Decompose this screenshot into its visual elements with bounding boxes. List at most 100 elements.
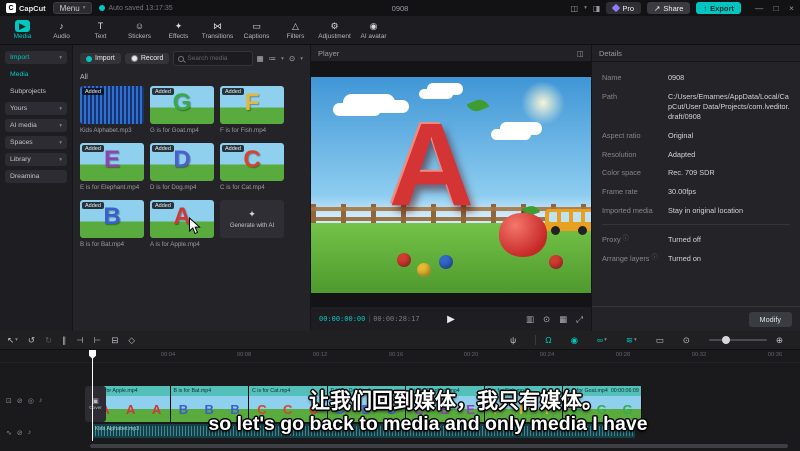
- zoom-slider-handle[interactable]: [721, 336, 730, 344]
- layout-alt-icon[interactable]: ◨: [593, 4, 601, 13]
- tab-ai-avatar[interactable]: ◉ AI avatar: [354, 20, 393, 41]
- mute-track-icon[interactable]: ♪: [28, 429, 32, 437]
- grid-view-icon[interactable]: ▦: [257, 54, 264, 63]
- tab-adjustment[interactable]: ⚙ Adjustment: [315, 20, 354, 41]
- tab-text[interactable]: T Text: [81, 20, 120, 40]
- delete-right-button[interactable]: ⊢: [94, 335, 101, 346]
- media-item-f-fish[interactable]: Added F F is for Fish.mp4: [220, 86, 284, 134]
- media-item-g-goat[interactable]: Added G G is for Goat.mp4: [150, 86, 214, 134]
- voiceover-mic-icon[interactable]: ψ: [510, 335, 516, 345]
- media-search[interactable]: [173, 51, 253, 66]
- preview-strip-icon[interactable]: ▭: [656, 335, 664, 346]
- tab-media[interactable]: ▶ Media: [3, 20, 42, 40]
- sidebar-item-yours[interactable]: Yours ▾: [5, 102, 67, 115]
- cloud-graphic: [419, 88, 453, 99]
- generate-with-ai-card[interactable]: ✦ Generate with AI: [220, 200, 284, 238]
- player-controls: 00:00:00:00 | 00:00:28:17 ▶ ▥ ⊙ ▦ ⤢: [311, 307, 591, 331]
- capcut-window: C CapCut Menu ▾ Auto saved 13:17:35 0908…: [0, 0, 800, 451]
- delete-button[interactable]: ⊟: [111, 335, 118, 346]
- zoom-out-icon[interactable]: ⊙: [683, 335, 690, 346]
- playhead-line[interactable]: [92, 358, 93, 441]
- import-button[interactable]: Import: [80, 53, 121, 64]
- waveform-icon[interactable]: ∿: [6, 429, 12, 437]
- magnetic-snap-icon[interactable]: Ω: [545, 335, 551, 345]
- maximize-icon[interactable]: □: [774, 3, 779, 13]
- share-button[interactable]: ↗ Share: [647, 2, 691, 14]
- fullscreen-icon[interactable]: ⤢: [576, 314, 583, 325]
- filter-icon[interactable]: ⊙: [289, 54, 295, 63]
- zoom-fit-icon[interactable]: ⊕: [776, 335, 783, 346]
- media-item-d-dog[interactable]: Added D D is for Dog.mp4: [150, 143, 214, 191]
- filter-caret-icon[interactable]: ▾: [300, 56, 303, 62]
- sidebar-item-ai-media[interactable]: AI media ▾: [5, 119, 67, 132]
- export-button[interactable]: ↑ Export: [696, 2, 741, 14]
- sidebar-item-spaces[interactable]: Spaces ▾: [5, 136, 67, 149]
- filters-icon: △: [292, 20, 299, 31]
- media-item-b-bat[interactable]: Added B B is for Bat.mp4: [80, 200, 144, 248]
- ruler-tick: 00:28: [615, 352, 631, 358]
- current-time: 00:00:00:00: [319, 315, 366, 323]
- media-item-kids-alphabet[interactable]: Added Kids Alphabet.mp3: [80, 86, 144, 134]
- grid-overlay-icon[interactable]: ▦: [559, 314, 567, 325]
- timeline-zoom-slider[interactable]: [708, 336, 767, 344]
- player-panel-icon[interactable]: ◫: [577, 49, 584, 58]
- sidebar-item-dreamina[interactable]: Dreamina: [5, 170, 67, 183]
- media-item-e-elephant[interactable]: Added E E is for Elephant.mp4: [80, 143, 144, 191]
- sidebar-item-subprojects[interactable]: Subprojects: [5, 85, 67, 98]
- media-item-name: G is for Goat.mp4: [150, 127, 199, 134]
- tab-filters[interactable]: △ Filters: [276, 20, 315, 41]
- sidebar-item-media[interactable]: Media: [5, 68, 67, 81]
- tab-transitions[interactable]: ⋈ Transitions: [198, 20, 237, 41]
- horizontal-scrollbar[interactable]: [90, 444, 788, 448]
- linking-icon[interactable]: ∞ ▾: [597, 335, 607, 345]
- layout-caret-icon[interactable]: ▾: [584, 5, 587, 11]
- sort-icon[interactable]: ≔: [269, 54, 277, 63]
- tab-audio[interactable]: ♪ Audio: [42, 20, 81, 40]
- media-item-name: B is for Bat.mp4: [80, 241, 125, 248]
- mute-track-icon[interactable]: ♪: [39, 397, 43, 405]
- lock-icon[interactable]: ⊘: [17, 397, 23, 405]
- undo-button[interactable]: ↺: [28, 335, 35, 346]
- sidebar-item-import[interactable]: Import ▾: [5, 51, 67, 64]
- mirror-preview-icon[interactable]: ▥: [526, 314, 534, 325]
- cover-label: Cover: [89, 406, 102, 411]
- chevron-down-icon: ▾: [59, 156, 62, 163]
- hide-track-icon[interactable]: ◎: [28, 397, 34, 405]
- close-icon[interactable]: ×: [789, 3, 794, 13]
- minimize-icon[interactable]: —: [755, 3, 764, 13]
- cover-button[interactable]: ▣ Cover: [85, 386, 106, 422]
- tab-effects[interactable]: ✦ Effects: [159, 20, 198, 41]
- select-tool-button[interactable]: ↖ ▾: [7, 335, 18, 346]
- nav-label: Library: [10, 156, 31, 163]
- track-options-icon[interactable]: ≋ ▾: [626, 335, 637, 346]
- record-button[interactable]: Record: [124, 53, 170, 64]
- search-input[interactable]: [187, 55, 248, 62]
- thumbnail-size-icon[interactable]: ⊡: [6, 397, 12, 405]
- nav-label: Media: [10, 71, 29, 78]
- redo-button[interactable]: ↻: [45, 335, 52, 346]
- media-item-a-apple[interactable]: Added A A is for Apple.mp4: [150, 200, 214, 248]
- marker-button[interactable]: ◇: [128, 335, 135, 346]
- added-badge: Added: [222, 88, 244, 95]
- delete-left-button[interactable]: ⊣: [76, 335, 83, 346]
- nav-label: Yours: [10, 105, 28, 112]
- layout-icon[interactable]: ◫: [571, 4, 579, 13]
- play-button[interactable]: ▶: [447, 314, 455, 325]
- sidebar-item-library[interactable]: Library ▾: [5, 153, 67, 166]
- media-item-c-cat[interactable]: Added C C is for Cat.mp4: [220, 143, 284, 191]
- lock-icon[interactable]: ⊘: [17, 429, 23, 437]
- tab-captions[interactable]: ▭ Captions: [237, 20, 276, 41]
- record-label: Record: [140, 55, 164, 62]
- added-badge: Added: [152, 88, 174, 95]
- pro-button[interactable]: Pro: [606, 2, 642, 14]
- split-button[interactable]: ∥: [62, 335, 66, 346]
- timeline-toolbar: ↖ ▾ ↺ ↻ ∥ ⊣ ⊢ ⊟ ◇ ψ Ω ◉ ∞ ▾ ≋ ▾ ▭ ⊙ ⊕: [0, 331, 800, 350]
- tab-stickers[interactable]: ☺ Stickers: [120, 20, 159, 40]
- preview-quality-icon[interactable]: ⊙: [543, 314, 550, 325]
- modify-button[interactable]: Modify: [748, 311, 792, 327]
- menu-button[interactable]: Menu ▾: [52, 2, 93, 14]
- video-preview[interactable]: A: [311, 76, 591, 293]
- audio-icon: ♪: [59, 21, 64, 31]
- sort-caret-icon[interactable]: ▾: [281, 56, 284, 62]
- auto-ripple-icon[interactable]: ◉: [571, 335, 578, 346]
